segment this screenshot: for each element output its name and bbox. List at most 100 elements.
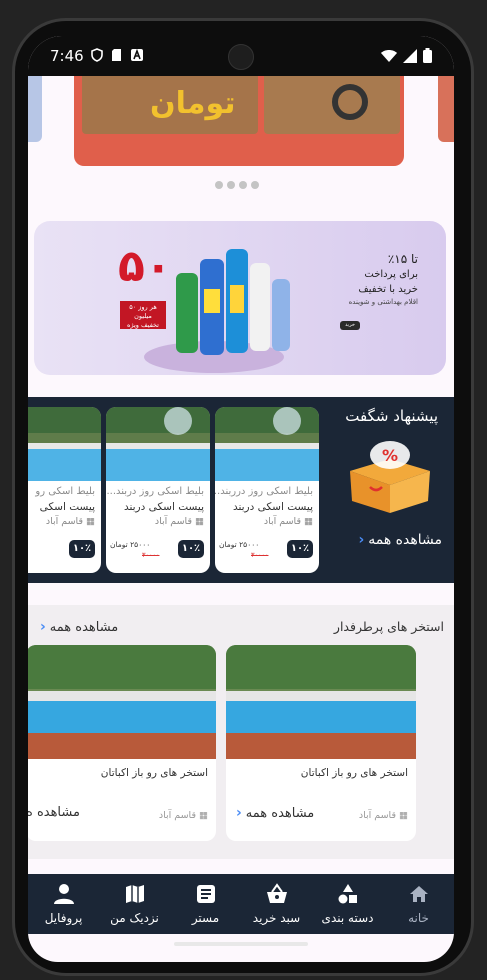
chevron-left-icon: ‹ <box>236 805 242 821</box>
cellular-signal-icon <box>403 48 417 63</box>
offer-card[interactable]: بلیط اسکی روز دربند... پیست اسکی دربند ▦… <box>106 407 210 573</box>
special-see-all-label: مشاهده همه <box>368 532 442 548</box>
carousel-next-banner[interactable] <box>438 76 454 142</box>
sd-card-icon <box>112 49 121 61</box>
pool-card[interactable]: استخر های رو باز اکباتان ▦ قاسم آباد مشا… <box>28 645 216 841</box>
promo-text: تا ۱۵٪ برای پرداخت خرید با تخفیف اقلام ب… <box>308 251 418 308</box>
promo-line1: برای پرداخت <box>364 269 418 281</box>
offer-price: ۲۵۰۰۰ تومان <box>110 540 151 549</box>
person-icon <box>53 884 74 904</box>
carousel-dot[interactable] <box>239 181 247 189</box>
map-icon <box>125 885 144 903</box>
offer-title: پیست اسکی دربند <box>123 501 204 513</box>
special-offer-title: پیشنهاد شگفت <box>345 407 438 425</box>
nav-item-list[interactable]: مستر <box>171 883 241 925</box>
home-icon <box>409 886 428 902</box>
offer-subtitle: بلیط اسکی رو <box>35 486 95 497</box>
nav-item-home[interactable]: خانه <box>384 883 454 925</box>
nav-item-basket[interactable]: سبد خرید <box>242 883 312 925</box>
carousel-indicator <box>215 181 259 189</box>
offer-subtitle: بلیط اسکی روز درربند... <box>215 486 313 497</box>
list-icon <box>196 885 215 903</box>
popular-pools-title: استخر های پرطرفدار <box>333 619 444 634</box>
offer-location: ▦ قاسم آباد <box>155 516 204 527</box>
nav-label: مستر <box>191 911 220 925</box>
headphones-image <box>332 84 368 120</box>
discount-badge: ۱۰٪ <box>287 540 313 558</box>
carousel-dot[interactable] <box>215 181 223 189</box>
detergent-products-image <box>144 249 290 373</box>
building-icon: ▦ <box>83 516 95 527</box>
banner-headline: تومان <box>150 86 236 121</box>
pools-see-all-label: مشاهده همه <box>49 619 119 635</box>
chevron-left-icon: ‹ <box>40 619 46 635</box>
basket-icon <box>266 883 287 903</box>
discount-badge: ۱۰٪ <box>69 540 95 558</box>
promo-line2: خرید با تخفیف <box>358 283 418 295</box>
pool-name: استخر های رو باز اکباتان <box>300 767 408 779</box>
building-icon: ▦ <box>396 810 408 821</box>
nav-item-nearby[interactable]: نزدیک من <box>100 883 170 925</box>
offer-old-price: ۳۰۰۰۰ <box>251 551 269 559</box>
promo-banner[interactable]: ۵۰ هر روز ۵۰ میلیون تخفیف ویژه تا ۱۵٪ بر… <box>34 221 446 375</box>
offer-title: پیست اسکی <box>39 501 95 513</box>
top-carousel-banner[interactable]: تومان <box>74 76 404 166</box>
shield-icon <box>91 48 103 62</box>
battery-icon <box>423 48 432 63</box>
front-camera <box>228 44 254 70</box>
swimming-pool-image <box>215 407 319 481</box>
app-notification-icon <box>131 48 143 61</box>
pool-card-see-all-label: مشاهده ه <box>28 805 80 820</box>
offer-location-text: قاسم آباد <box>263 516 301 527</box>
status-notification-icons <box>90 48 144 62</box>
wifi-icon <box>381 49 397 62</box>
pool-location: ▦ قاسم آباد <box>359 810 408 821</box>
offer-old-price: ۳۰۰۰۰ <box>142 551 160 559</box>
pool-card[interactable]: استخر های رو باز اکباتان ▦ قاسم آباد مشا… <box>226 645 416 841</box>
offer-card[interactable]: بلیط اسکی روز درربند... پیست اسکی دربند … <box>215 407 319 573</box>
pool-card-see-all[interactable]: مشاهده همه ‹ <box>236 805 314 821</box>
carousel-prev-banner[interactable] <box>28 76 42 142</box>
offer-subtitle: بلیط اسکی روز دربند... <box>106 486 204 497</box>
promo-button[interactable]: خرید <box>340 321 360 330</box>
chevron-left-icon: ‹ <box>358 532 365 548</box>
pool-name: استخر های رو باز اکباتان <box>100 767 208 779</box>
offer-price: ۲۵۰۰۰ تومان <box>219 540 260 549</box>
status-time: 7:46 <box>50 47 84 65</box>
main-content: تومان ۵۰ هر روز ۵۰ میلیون تخفیف ویژه تا … <box>28 76 454 874</box>
nav-label: خانه <box>408 911 429 925</box>
home-gesture-bar[interactable] <box>174 942 308 946</box>
pool-location: ▦ قاسم آباد <box>159 810 208 821</box>
nav-label: سبد خرید <box>252 911 301 925</box>
building-icon: ▦ <box>301 516 313 527</box>
pool-card-see-all[interactable]: مشاهده ه <box>28 805 80 820</box>
status-system-icons <box>381 48 432 63</box>
popular-pools-section: استخر های پرطرفدار مشاهده همه ‹ استخر ها… <box>28 605 454 859</box>
offer-card[interactable]: بلیط اسکی رو پیست اسکی ▦ قاسم آباد ... ۱… <box>28 407 101 573</box>
popular-pools-see-all[interactable]: مشاهده همه ‹ <box>40 619 118 635</box>
carousel-dot[interactable] <box>251 181 259 189</box>
app-screen: 7:46 تومان ۵۰ هر روز ۵۰ میلیون تخفیف ویژ… <box>28 36 454 962</box>
promo-percent: تا ۱۵٪ <box>387 252 418 266</box>
pool-location-text: قاسم آباد <box>158 810 196 821</box>
promo-small-text: اقلام بهداشتی و شوینده <box>348 298 418 307</box>
nav-label: پروفایل <box>44 911 83 925</box>
nav-item-profile[interactable]: پروفایل <box>29 883 99 925</box>
swimming-pool-image <box>226 645 416 759</box>
offer-location: ▦ قاسم آباد <box>264 516 313 527</box>
special-offer-see-all[interactable]: مشاهده همه ‹ <box>358 532 442 548</box>
discount-badge: ۱۰٪ <box>178 540 204 558</box>
bottom-navigation: خانه دسته بندی سبد خرید مستر نزدیک من پر… <box>28 874 454 934</box>
nav-item-category[interactable]: دسته بندی <box>313 883 383 925</box>
offer-title: پیست اسکی دربند <box>232 501 313 513</box>
status-bar: 7:46 <box>28 36 454 76</box>
carousel-dot[interactable] <box>227 181 235 189</box>
swimming-pool-image <box>106 407 210 481</box>
pool-card-see-all-label: مشاهده همه <box>245 805 315 821</box>
offer-location-text: قاسم آباد <box>154 516 192 527</box>
category-icon <box>338 884 357 904</box>
offer-location: ▦ قاسم آباد <box>46 516 95 527</box>
discount-box-icon: % <box>350 441 430 513</box>
offer-location-text: قاسم آباد <box>45 516 83 527</box>
swimming-pool-image <box>28 645 216 759</box>
